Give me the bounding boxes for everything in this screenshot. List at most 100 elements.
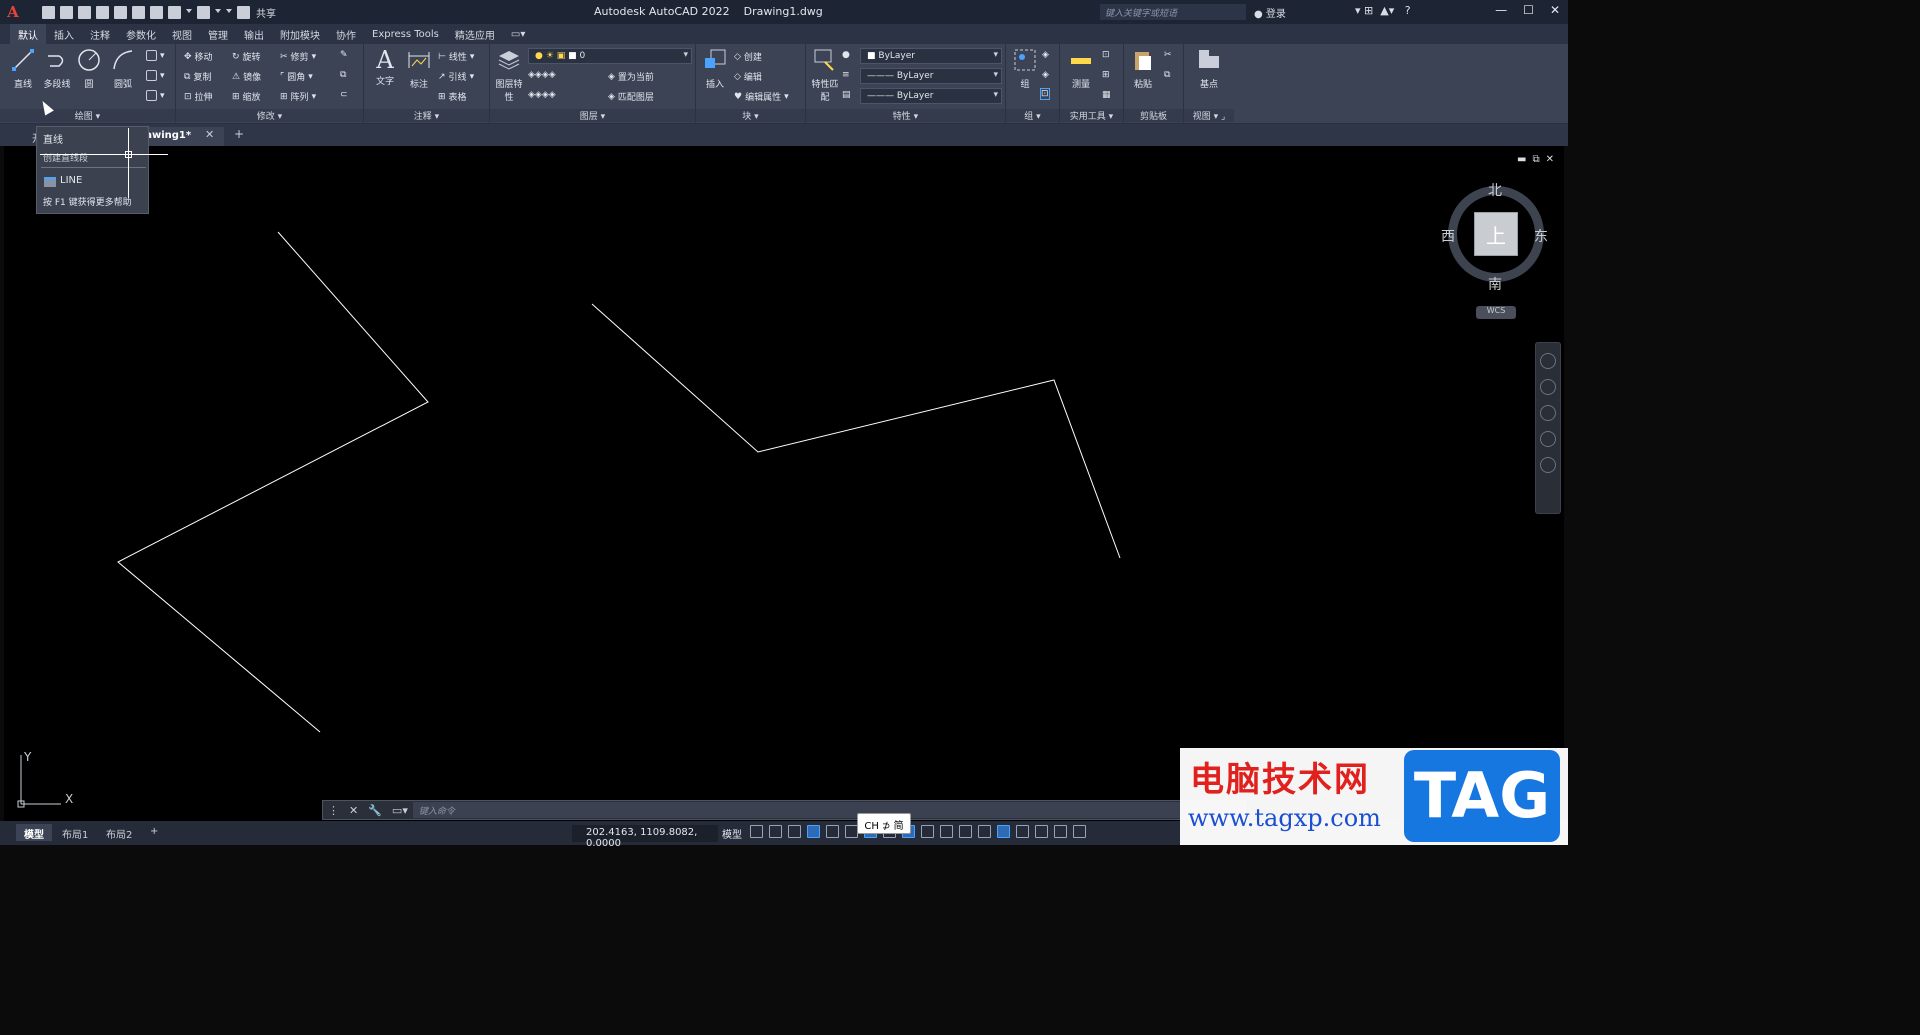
color-dropdown[interactable]: ■ ByLayer (860, 48, 1002, 64)
close-icon[interactable]: ✕ (1550, 3, 1560, 17)
color-wheel-icon[interactable]: ● (842, 50, 850, 60)
selection-cycling-icon[interactable] (959, 825, 972, 838)
trim-button[interactable]: ✂ 修剪 ▾ (280, 50, 316, 64)
tab-model[interactable]: 模型 (16, 824, 52, 841)
ortho-icon[interactable] (826, 825, 839, 838)
dimension-button[interactable]: 标注 (402, 48, 436, 90)
transparency-icon[interactable] (940, 825, 953, 838)
command-close-icon[interactable]: ✕ (344, 804, 363, 817)
clean-screen-icon[interactable] (1073, 825, 1086, 838)
panel-view-label[interactable]: 视图 ▾ ⌟ (1184, 109, 1234, 122)
base-button[interactable]: 基点 (1192, 48, 1226, 90)
tab-view[interactable]: 视图 (164, 24, 200, 45)
group-edit-icon[interactable]: ◈ (1042, 70, 1049, 80)
lineweight-toggle-icon[interactable] (921, 825, 934, 838)
help-icon[interactable]: ? (1405, 4, 1411, 17)
undo-dropdown-icon[interactable] (186, 9, 192, 15)
compass-south[interactable]: 南 (1488, 274, 1502, 294)
autocad-logo-icon[interactable]: A (0, 0, 26, 24)
copy-clip-icon[interactable]: ⧉ (1164, 70, 1170, 80)
open-icon[interactable] (60, 5, 73, 19)
plot-icon[interactable] (150, 5, 163, 19)
share-icon[interactable] (237, 5, 250, 19)
share-button[interactable]: 共享 (256, 5, 276, 20)
layer-properties-button[interactable]: 图层特性 (492, 48, 526, 103)
tab-collaborate[interactable]: 协作 (328, 24, 364, 45)
infer-icon[interactable] (788, 825, 801, 838)
save-as-icon[interactable] (96, 5, 109, 19)
polyline-right[interactable] (591, 303, 1121, 559)
new-tab-icon[interactable]: + (234, 127, 244, 141)
viewport-close-icon[interactable]: ✕ (1546, 154, 1554, 165)
tab-layout1[interactable]: 布局1 (54, 824, 96, 841)
customize-qat-icon[interactable] (226, 9, 232, 15)
tab-manage[interactable]: 管理 (200, 24, 236, 45)
maximize-icon[interactable]: ☐ (1523, 3, 1534, 17)
scale-button[interactable]: ⊞ 缩放 (232, 90, 261, 104)
layer-dropdown[interactable]: ● ☀ ▣ ■ 0 (528, 48, 692, 64)
linear-dim-button[interactable]: ⊢ 线性 ▾ (438, 50, 474, 64)
viewcube[interactable]: 上 北 南 东 西 (1440, 178, 1550, 298)
command-customize-icon[interactable]: 🔧 (363, 804, 387, 817)
copy-button[interactable]: ⧉ 复制 (184, 70, 211, 84)
isolate-icon[interactable] (1035, 825, 1048, 838)
viewport-restore-icon[interactable]: ⧉ (1532, 154, 1539, 165)
zoom-icon[interactable] (1540, 405, 1556, 421)
fillet-button[interactable]: ⌜ 圆角 ▾ (280, 70, 313, 84)
boundary-button[interactable]: ▾ (146, 90, 165, 101)
lineweight-dropdown[interactable]: ——— ByLayer (860, 88, 1002, 104)
edit-block-button[interactable]: ◇ 编辑 (734, 70, 762, 84)
command-grip-icon[interactable]: ⋮ (323, 804, 344, 817)
tab-annotate[interactable]: 注释 (82, 24, 118, 45)
circle-button[interactable]: 圆 (72, 48, 106, 90)
undo-icon[interactable] (168, 5, 181, 19)
panel-modify-label[interactable]: 修改 ▾ (176, 109, 363, 122)
panel-groups-label[interactable]: 组 ▾ (1006, 109, 1059, 122)
tab-default[interactable]: 默认 (10, 23, 46, 45)
drawing-canvas[interactable]: ▬ ⧉ ✕ (4, 146, 1564, 821)
group-button[interactable]: 组 (1008, 48, 1042, 90)
move-button[interactable]: ✥ 移动 (184, 50, 213, 64)
match-properties-button[interactable]: 特性匹配 (808, 48, 842, 103)
orbit-icon[interactable] (1540, 431, 1556, 447)
viewport-minimize-icon[interactable]: ▬ (1517, 154, 1526, 165)
tab-layout2[interactable]: 布局2 (98, 824, 140, 841)
panel-draw-label[interactable]: 绘图 ▾ (0, 109, 175, 122)
units-icon[interactable] (997, 825, 1010, 838)
recent-commands-icon[interactable]: ▭▾ (387, 804, 413, 817)
tab-featured-apps[interactable]: 精选应用 (447, 24, 503, 45)
close-tab-icon[interactable]: ✕ (205, 128, 214, 141)
measure-button[interactable]: 测量 (1064, 48, 1098, 90)
set-current-button[interactable]: ◈ 置为当前 (608, 70, 654, 84)
line-button[interactable]: 直线 (6, 48, 40, 90)
annotation-monitor-icon[interactable] (978, 825, 991, 838)
model-space-toggle[interactable]: 模型 (722, 826, 742, 841)
tab-addins[interactable]: 附加模块 (272, 24, 328, 45)
compass-west[interactable]: 西 (1441, 226, 1455, 246)
polyline-button[interactable]: 多段线 (40, 48, 74, 90)
array-button[interactable]: ⊞ 阵列 ▾ (280, 90, 316, 104)
panel-layers-label[interactable]: 图层 ▾ (490, 109, 695, 122)
offset-button[interactable]: ⊂ (340, 90, 348, 100)
search-input[interactable]: 键入关键字或短语 (1100, 4, 1246, 20)
open-web-icon[interactable] (114, 5, 127, 19)
stretch-button[interactable]: ⊡ 拉伸 (184, 90, 213, 104)
panel-block-label[interactable]: 块 ▾ (696, 109, 805, 122)
pan-icon[interactable] (1540, 379, 1556, 395)
panel-annotation-label[interactable]: 注释 ▾ (364, 109, 489, 122)
save-web-icon[interactable] (132, 5, 145, 19)
redo-icon[interactable] (197, 5, 210, 19)
login-button[interactable]: ● 登录 (1254, 5, 1286, 20)
ribbon-minimize-icon[interactable]: ▭▾ (503, 26, 533, 43)
minimize-icon[interactable]: — (1495, 3, 1507, 17)
quick-select-icon[interactable]: ⊡ (1102, 50, 1110, 60)
leader-button[interactable]: ↗ 引线 ▾ (438, 70, 474, 84)
ime-indicator[interactable]: CH ⊅ 简 (857, 813, 911, 834)
cut-icon[interactable]: ✂ (1164, 50, 1172, 60)
compass-east[interactable]: 东 (1534, 226, 1548, 246)
viewcube-top-face[interactable]: 上 (1474, 212, 1518, 256)
tab-express-tools[interactable]: Express Tools (364, 26, 447, 43)
explode-button[interactable]: ⧉ (340, 70, 346, 80)
group-select-icon[interactable]: ⊡ (1040, 88, 1050, 100)
calculator-icon[interactable]: ▦ (1102, 90, 1111, 100)
